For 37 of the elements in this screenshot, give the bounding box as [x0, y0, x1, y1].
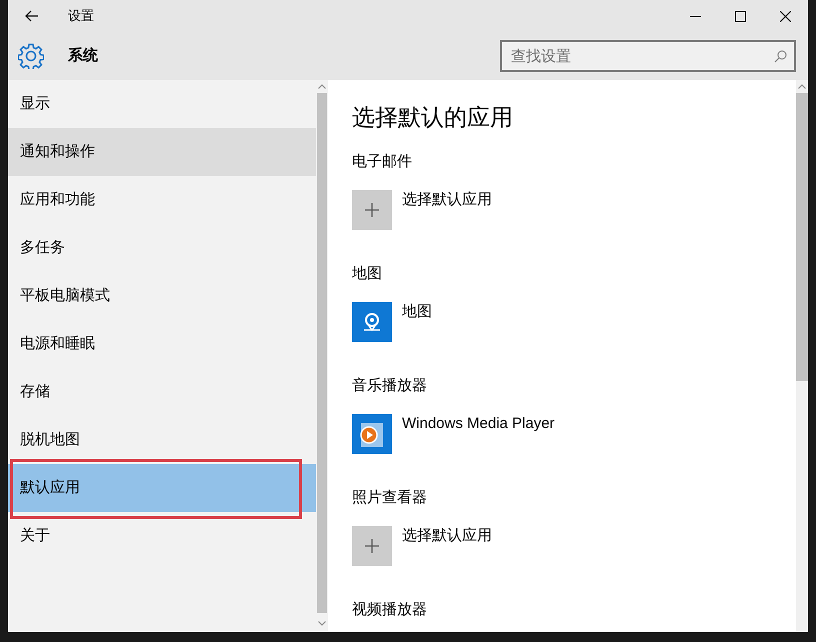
sidebar-item[interactable]: 应用和功能 — [8, 176, 316, 224]
gear-icon — [18, 43, 44, 69]
sidebar-item[interactable]: 多任务 — [8, 224, 316, 272]
section-heading: 选择默认的应用 — [352, 103, 513, 132]
sidebar-item[interactable]: 平板电脑模式 — [8, 272, 316, 320]
sidebar-item[interactable]: 通知和操作 — [8, 128, 316, 176]
scroll-up-icon[interactable] — [798, 84, 806, 89]
page-title: 系统 — [68, 46, 98, 66]
sidebar-item[interactable]: 显示 — [8, 80, 316, 128]
app-picker[interactable]: 选择默认应用 — [352, 526, 492, 566]
sidebar-item[interactable]: 脱机地图 — [8, 416, 316, 464]
sidebar-item[interactable]: 关于 — [8, 512, 316, 560]
map-pin-icon — [352, 302, 392, 342]
media-player-icon — [352, 414, 392, 454]
sidebar-item[interactable]: 存储 — [8, 368, 316, 416]
sidebar-item[interactable]: 默认应用 — [8, 464, 316, 512]
category-label: 电子邮件 — [352, 152, 412, 172]
window-title: 设置 — [68, 7, 94, 26]
category-label: 地图 — [352, 264, 382, 284]
app-picker[interactable]: 地图 — [352, 302, 432, 342]
search-field[interactable]: 查找设置 — [500, 40, 796, 72]
plus-icon — [352, 526, 392, 566]
search-icon[interactable] — [774, 50, 787, 63]
scroll-down-icon[interactable] — [318, 621, 326, 626]
close-icon[interactable] — [780, 10, 791, 22]
plus-icon — [352, 190, 392, 230]
scrollbar-thumb[interactable] — [317, 93, 327, 613]
category-label: 视频播放器 — [352, 600, 427, 620]
back-icon[interactable] — [25, 10, 39, 22]
maximize-icon[interactable] — [735, 10, 746, 22]
category-label: 音乐播放器 — [352, 376, 427, 396]
scroll-up-icon[interactable] — [318, 84, 326, 89]
sidebar-item[interactable]: 电源和睡眠 — [8, 320, 316, 368]
app-picker[interactable]: 选择默认应用 — [352, 190, 492, 230]
app-picker[interactable]: Windows Media Player — [352, 414, 555, 454]
category-label: 照片查看器 — [352, 488, 427, 508]
scrollbar-thumb[interactable] — [796, 93, 808, 381]
